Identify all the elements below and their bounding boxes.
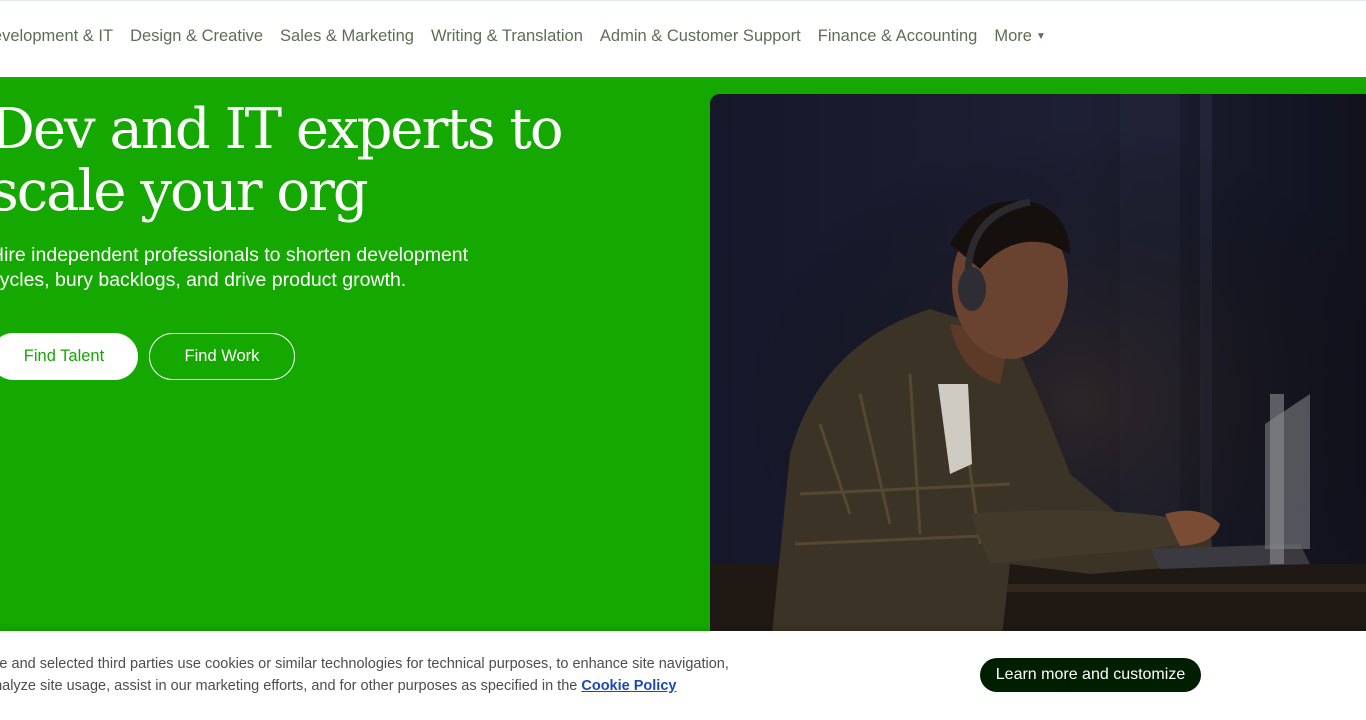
caret-down-icon: ▼	[1035, 31, 1046, 42]
hero-section: Dev and IT experts to scale your org Hir…	[0, 77, 1366, 631]
nav-item-development-it[interactable]: Development & IT	[0, 26, 113, 49]
cookie-policy-link[interactable]: Cookie Policy	[581, 678, 676, 694]
nav-item-design-creative[interactable]: Design & Creative	[130, 26, 263, 49]
find-work-button[interactable]: Find Work	[149, 333, 295, 380]
hero-title: Dev and IT experts to scale your org	[0, 97, 564, 224]
cookie-banner: We and selected third parties use cookie…	[0, 631, 1366, 720]
hero-photo	[710, 94, 1366, 631]
nav-item-more[interactable]: More ▼	[994, 26, 1046, 49]
learn-more-customize-button[interactable]: Learn more and customize	[980, 658, 1201, 692]
nav-item-writing-translation[interactable]: Writing & Translation	[431, 26, 583, 49]
nav-item-sales-marketing[interactable]: Sales & Marketing	[280, 26, 414, 49]
cookie-banner-text: We and selected third parties use cookie…	[0, 653, 776, 697]
category-nav-items: Development & IT Design & Creative Sales…	[0, 26, 1046, 49]
nav-item-admin-customer-support[interactable]: Admin & Customer Support	[600, 26, 801, 49]
nav-item-more-label: More	[994, 27, 1032, 45]
hero-photo-illustration	[710, 94, 1366, 631]
nav-item-finance-accounting[interactable]: Finance & Accounting	[818, 26, 978, 49]
hero-subtitle: Hire independent professionals to shorte…	[0, 244, 469, 291]
find-talent-button[interactable]: Find Talent	[0, 333, 138, 380]
category-nav: Development & IT Design & Creative Sales…	[0, 0, 1366, 77]
